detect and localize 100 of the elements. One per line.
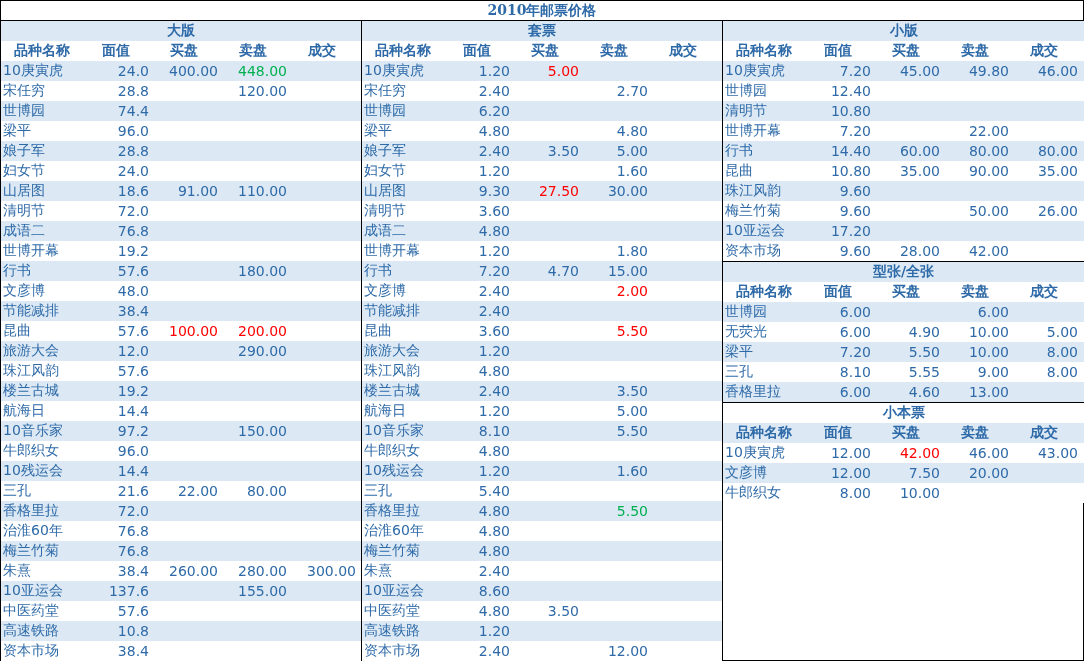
price-cell: 2.70 bbox=[616, 83, 648, 99]
price-cell: 448.00 bbox=[238, 63, 287, 79]
stamp-name: 清明节 bbox=[724, 102, 767, 120]
price-cell: 76.8 bbox=[117, 523, 149, 539]
price-cell: 80.00 bbox=[1037, 143, 1078, 159]
stamp-name: 梁平 bbox=[2, 122, 31, 140]
price-cell: 80.00 bbox=[968, 143, 1009, 159]
price-cell: 10.00 bbox=[899, 485, 940, 501]
stamp-name: 清明节 bbox=[2, 202, 45, 220]
column-header: 面值 bbox=[462, 42, 492, 60]
price-cell: 7.50 bbox=[908, 465, 940, 481]
price-cell: 7.20 bbox=[478, 263, 510, 279]
stamp-name: 治淮60年 bbox=[2, 522, 63, 540]
column-header: 成交 bbox=[1028, 283, 1059, 301]
price-cell: 1.20 bbox=[478, 63, 510, 79]
column-header: 买盘 bbox=[168, 42, 199, 60]
price-cell: 5.00 bbox=[616, 143, 648, 159]
price-cell: 14.4 bbox=[117, 463, 149, 479]
price-cell: 6.00 bbox=[839, 324, 871, 340]
price-cell: 12.0 bbox=[117, 343, 149, 359]
stamp-name: 节能减排 bbox=[2, 302, 59, 320]
stamp-name: 行书 bbox=[363, 262, 392, 280]
price-cell: 9.60 bbox=[839, 203, 871, 219]
stamp-name: 山居图 bbox=[2, 182, 45, 200]
price-cell: 2.40 bbox=[478, 643, 510, 659]
stamp-name: 山居图 bbox=[363, 182, 406, 200]
price-cell: 10.00 bbox=[968, 324, 1009, 340]
price-cell: 3.50 bbox=[616, 383, 648, 399]
stamp-name: 10庚寅虎 bbox=[2, 62, 63, 80]
price-cell: 28.8 bbox=[117, 83, 149, 99]
price-cell: 9.60 bbox=[839, 183, 871, 199]
price-cell: 24.0 bbox=[117, 63, 149, 79]
stamp-name: 10亚运会 bbox=[363, 582, 424, 600]
price-cell: 5.00 bbox=[547, 63, 579, 79]
stamp-name: 昆曲 bbox=[363, 322, 392, 340]
price-cell: 2.40 bbox=[478, 143, 510, 159]
price-cell: 30.00 bbox=[607, 183, 648, 199]
price-cell: 72.0 bbox=[117, 503, 149, 519]
stamp-name: 中医药堂 bbox=[2, 602, 59, 620]
price-cell: 2.40 bbox=[478, 83, 510, 99]
price-cell: 72.0 bbox=[117, 203, 149, 219]
price-cell: 5.50 bbox=[616, 323, 648, 339]
stamp-name: 成语二 bbox=[2, 222, 45, 240]
price-cell: 4.80 bbox=[478, 543, 510, 559]
stamp-name: 10音乐家 bbox=[2, 422, 63, 440]
price-cell: 4.90 bbox=[908, 324, 940, 340]
price-cell: 6.20 bbox=[478, 103, 510, 119]
price-cell: 2.40 bbox=[478, 303, 510, 319]
price-cell: 10.00 bbox=[968, 344, 1009, 360]
stamp-name: 高速铁路 bbox=[2, 622, 59, 640]
column-header: 卖盘 bbox=[598, 42, 629, 60]
section-title: 小本票 bbox=[882, 404, 925, 422]
price-cell: 2.40 bbox=[478, 383, 510, 399]
stamp-name: 梅兰竹菊 bbox=[724, 202, 781, 220]
price-cell: 96.0 bbox=[117, 123, 149, 139]
price-cell: 50.00 bbox=[968, 203, 1009, 219]
column-header: 成交 bbox=[1028, 42, 1059, 60]
price-cell: 3.60 bbox=[478, 323, 510, 339]
stamp-name: 牛郎织女 bbox=[2, 442, 59, 460]
price-cell: 260.00 bbox=[169, 563, 218, 579]
price-cell: 57.6 bbox=[117, 323, 149, 339]
price-cell: 6.00 bbox=[977, 304, 1009, 320]
price-cell: 2.00 bbox=[616, 283, 648, 299]
price-cell: 28.8 bbox=[117, 143, 149, 159]
price-cell: 17.20 bbox=[830, 223, 871, 239]
price-cell: 80.00 bbox=[246, 483, 287, 499]
section-title: 套票 bbox=[528, 22, 556, 40]
column-header: 面值 bbox=[101, 42, 131, 60]
price-cell: 28.00 bbox=[899, 243, 940, 259]
price-cell: 5.50 bbox=[616, 503, 648, 519]
price-cell: 8.60 bbox=[478, 583, 510, 599]
stamp-name: 妇女节 bbox=[2, 162, 45, 180]
price-cell: 290.00 bbox=[238, 343, 287, 359]
stamp-name: 珠江风韵 bbox=[2, 362, 59, 380]
stamp-name: 10庚寅虎 bbox=[724, 62, 785, 80]
price-cell: 22.00 bbox=[968, 123, 1009, 139]
stamp-name: 香格里拉 bbox=[363, 502, 420, 520]
stamp-name: 朱熹 bbox=[2, 562, 31, 580]
section-title: 大版 bbox=[167, 22, 195, 40]
price-cell: 19.2 bbox=[117, 383, 149, 399]
price-cell: 12.00 bbox=[830, 445, 871, 461]
price-cell: 4.80 bbox=[478, 603, 510, 619]
price-cell: 14.4 bbox=[117, 403, 149, 419]
column-header: 成交 bbox=[306, 42, 337, 60]
price-cell: 45.00 bbox=[899, 63, 940, 79]
price-cell: 4.60 bbox=[908, 384, 940, 400]
stamp-name: 资本市场 bbox=[2, 642, 59, 660]
price-cell: 10.8 bbox=[117, 623, 149, 639]
price-cell: 5.50 bbox=[616, 423, 648, 439]
price-cell: 6.00 bbox=[839, 304, 871, 320]
column-header: 面值 bbox=[823, 42, 853, 60]
stamp-name: 香格里拉 bbox=[724, 383, 781, 401]
stamp-name: 10庚寅虎 bbox=[363, 62, 424, 80]
column-header: 成交 bbox=[667, 42, 698, 60]
stamp-name: 娘子军 bbox=[363, 142, 406, 160]
stamp-name: 昆曲 bbox=[2, 322, 31, 340]
stamp-name: 楼兰古城 bbox=[2, 382, 59, 400]
stamp-name: 世博园 bbox=[724, 303, 767, 321]
column-header: 品种名称 bbox=[735, 424, 793, 442]
stamp-name: 梅兰竹菊 bbox=[2, 542, 59, 560]
